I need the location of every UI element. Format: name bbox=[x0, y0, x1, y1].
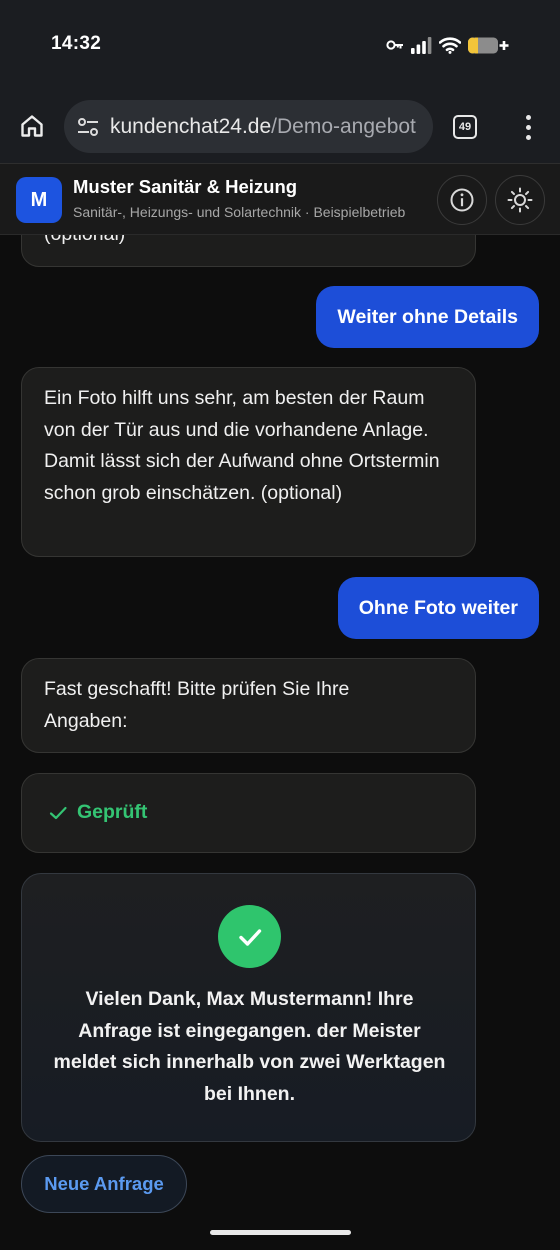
user-message-text: Weiter ohne Details bbox=[337, 305, 518, 328]
app-header: M Muster Sanitär & Heizung Sanitär-, Hei… bbox=[0, 163, 560, 235]
company-logo: M bbox=[16, 177, 62, 223]
url-path: /Demo-angebot bbox=[271, 114, 416, 138]
url-text: kundenchat24.de/Demo-angebot bbox=[110, 115, 416, 139]
user-message: Ohne Foto weiter bbox=[337, 577, 539, 639]
address-bar[interactable]: kundenchat24.de/Demo-angebot bbox=[64, 100, 433, 153]
wifi-icon bbox=[439, 36, 461, 54]
more-vert-icon[interactable] bbox=[516, 110, 540, 144]
tab-switcher-button[interactable]: 49 bbox=[453, 115, 477, 139]
url-domain: kundenchat24.de bbox=[110, 114, 272, 138]
new-request-button[interactable]: Neue Anfrage bbox=[21, 1155, 187, 1213]
vpn-key-icon bbox=[386, 39, 404, 51]
status-bar: 14:32 bbox=[0, 0, 560, 90]
company-subtitle: Sanitär-, Heizungs- und Solartechnik · B… bbox=[73, 204, 406, 220]
bot-message: (optional) bbox=[21, 235, 476, 267]
chat-area: (optional) Weiter ohne Details Ein Foto … bbox=[0, 235, 560, 1250]
info-button[interactable] bbox=[437, 175, 487, 225]
home-button[interactable] bbox=[14, 108, 50, 144]
home-indicator[interactable] bbox=[210, 1230, 351, 1235]
signal-icon bbox=[411, 36, 432, 54]
tune-icon[interactable] bbox=[76, 115, 100, 139]
home-icon bbox=[21, 115, 43, 137]
success-card: Vielen Dank, Max Mustermann! Ihre Anfrag… bbox=[21, 873, 476, 1142]
browser-toolbar: kundenchat24.de/Demo-angebot 49 bbox=[0, 90, 560, 163]
bot-message: Ein Foto hilft uns sehr, am besten der R… bbox=[21, 367, 476, 557]
company-name: Muster Sanitär & Heizung bbox=[73, 176, 298, 197]
bot-message: Fast geschafft! Bitte prüfen Sie Ihre An… bbox=[21, 658, 476, 753]
sun-icon bbox=[507, 187, 533, 213]
verified-card: Geprüft bbox=[21, 773, 476, 853]
bot-message-text: Ein Foto hilft uns sehr, am besten der R… bbox=[44, 387, 440, 504]
user-message: Weiter ohne Details bbox=[316, 286, 539, 348]
battery-icon bbox=[468, 37, 510, 54]
user-message-text: Ohne Foto weiter bbox=[358, 596, 518, 619]
bot-message-text: Fast geschafft! Bitte prüfen Sie Ihre An… bbox=[44, 678, 350, 732]
info-icon bbox=[450, 188, 474, 212]
success-message: Vielen Dank, Max Mustermann! Ihre Anfrag… bbox=[53, 988, 446, 1105]
bot-message-text: (optional) bbox=[44, 235, 125, 250]
verified-status: Geprüft bbox=[48, 774, 453, 852]
check-circle-icon bbox=[218, 905, 281, 968]
check-icon bbox=[49, 806, 67, 820]
status-time: 14:32 bbox=[51, 33, 102, 54]
theme-toggle-button[interactable] bbox=[495, 175, 545, 225]
phone-screen: 14:32 kundenchat24.de/Demo-angebot 49 M … bbox=[0, 0, 560, 1250]
tab-count: 49 bbox=[458, 121, 472, 133]
status-icons bbox=[386, 34, 510, 56]
verified-label: Geprüft bbox=[77, 801, 148, 824]
